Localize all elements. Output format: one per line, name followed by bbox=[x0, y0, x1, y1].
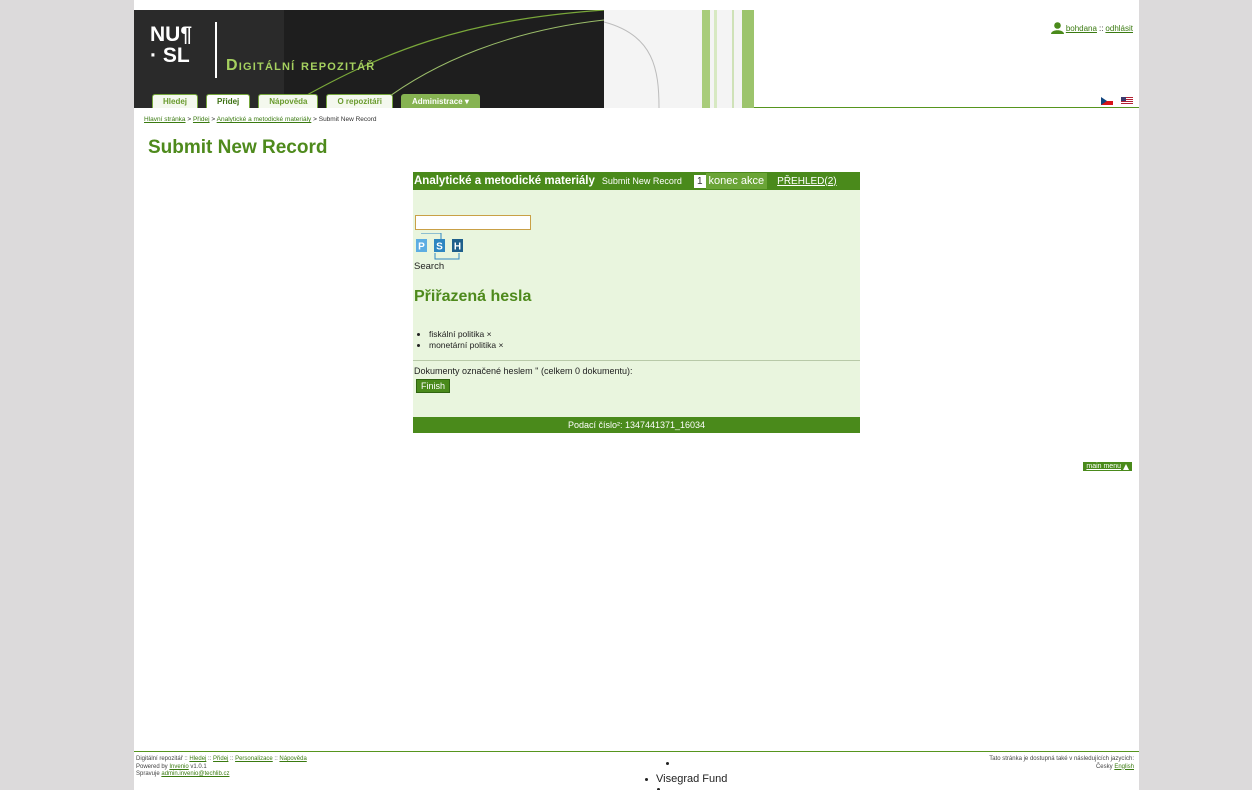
footer-admin-prefix: Spravuje bbox=[136, 771, 162, 777]
nusl-logo[interactable]: NU¶ · SL bbox=[150, 24, 192, 66]
logo-line-2: · SL bbox=[150, 44, 190, 67]
main-nav-tabs: Hledej Přidej Nápověda O repozitáři Admi… bbox=[152, 94, 480, 108]
submission-panel-header: Analytické a metodické materiály Submit … bbox=[413, 172, 860, 190]
footer-invenio-link[interactable]: Invenio bbox=[169, 764, 188, 770]
assigned-keyword-item[interactable]: monetární politika × bbox=[429, 340, 503, 351]
us-flag-icon[interactable] bbox=[1121, 97, 1133, 105]
breadcrumb-current: Submit New Record bbox=[318, 116, 377, 123]
step-number: 1 bbox=[693, 174, 706, 188]
czech-flag-icon[interactable] bbox=[1101, 97, 1113, 105]
visegrad-dot bbox=[645, 778, 648, 781]
footer-version: v1.0.1 bbox=[188, 763, 207, 770]
action-label: Submit New Record bbox=[601, 176, 682, 186]
finish-button[interactable]: Finish bbox=[416, 379, 451, 393]
username-link[interactable]: bohdana bbox=[1066, 24, 1097, 33]
user-box: bohdana :: odhlásit bbox=[1050, 22, 1133, 34]
site-title: Digitální repozitář bbox=[226, 57, 376, 74]
user-icon bbox=[1050, 22, 1064, 34]
main-menu-button[interactable]: main menu bbox=[1083, 462, 1132, 471]
documents-count-text: Dokumenty označené heslem '' (celkem 0 d… bbox=[414, 366, 633, 376]
breadcrumb-doctype[interactable]: Analytické a metodické materiály bbox=[217, 116, 312, 123]
language-flags bbox=[1101, 97, 1133, 105]
breadcrumb-separator: > bbox=[311, 116, 319, 123]
submission-panel: Analytické a metodické materiály Submit … bbox=[413, 172, 860, 433]
tab-pridej[interactable]: Přidej bbox=[206, 94, 251, 108]
document-type-label: Analytické a metodické materiály bbox=[414, 175, 595, 187]
breadcrumb: Hlavní stránka > Přidej > Analytické a m… bbox=[144, 116, 377, 123]
tab-hledej[interactable]: Hledej bbox=[152, 94, 199, 108]
header-banner: NU¶ · SL Digitální repozitář Hledej Přid… bbox=[134, 10, 754, 108]
search-label: Search bbox=[414, 261, 445, 272]
footer-right: Tato stránka je dostupná také v následuj… bbox=[989, 756, 1134, 771]
main-menu-label: main menu bbox=[1086, 463, 1121, 470]
psh-logo-icon: P S H bbox=[416, 233, 463, 260]
assigned-keywords-title: Přiřazená hesla bbox=[414, 288, 532, 305]
assigned-keywords-list: fiskální politika × monetární politika × bbox=[429, 329, 503, 351]
user-separator: :: bbox=[1098, 23, 1104, 33]
visegrad-fund-logo[interactable]: Visegrad Fund bbox=[637, 757, 737, 790]
tab-napoveda[interactable]: Nápověda bbox=[258, 94, 319, 108]
footer-lang-en-link[interactable]: English bbox=[1114, 764, 1134, 770]
footer-left: Digitální repozitář :: Hledej :: Přidej … bbox=[136, 756, 307, 777]
footer-link-pridej[interactable]: Přidej bbox=[213, 756, 228, 762]
visegrad-fund-text: Visegrad Fund bbox=[656, 773, 728, 785]
footer-link-napoveda[interactable]: Nápověda bbox=[279, 756, 306, 762]
psh-letter-h: H bbox=[454, 242, 461, 253]
psh-letter-s: S bbox=[436, 242, 443, 253]
site-header: NU¶ · SL Digitální repozitář Hledej Přid… bbox=[134, 10, 1139, 108]
assigned-keyword-item[interactable]: fiskální politika × bbox=[429, 329, 503, 340]
footer-link-hledej[interactable]: Hledej bbox=[189, 756, 206, 762]
page-container: NU¶ · SL Digitální repozitář Hledej Přid… bbox=[134, 0, 1139, 790]
visegrad-dot bbox=[666, 762, 669, 765]
tab-o-repozitari[interactable]: O repozitáři bbox=[326, 94, 393, 108]
footer-lang-cz: Česky bbox=[1095, 763, 1113, 770]
submission-number: Podací číslo²: 1347441371_16034 bbox=[413, 417, 860, 433]
tab-administrace[interactable]: Administrace ▾ bbox=[400, 94, 480, 108]
footer-powered-prefix: Powered by bbox=[136, 763, 170, 770]
psh-letter-p: P bbox=[418, 242, 425, 253]
panel-divider bbox=[413, 360, 860, 361]
breadcrumb-pridej[interactable]: Přidej bbox=[193, 116, 210, 123]
breadcrumb-home[interactable]: Hlavní stránka bbox=[144, 116, 186, 123]
breadcrumb-separator: > bbox=[209, 116, 217, 123]
step-name[interactable]: konec akce bbox=[705, 173, 768, 189]
summary-link[interactable]: PŘEHLED(2) bbox=[777, 176, 836, 187]
footer-link-personalizace[interactable]: Personalizace bbox=[235, 756, 273, 762]
warning-triangle-icon bbox=[1123, 463, 1129, 470]
tab-administrace-label: Administrace bbox=[411, 97, 463, 106]
breadcrumb-separator: > bbox=[185, 116, 193, 123]
logo-separator bbox=[215, 22, 217, 78]
chevron-down-icon: ▾ bbox=[464, 97, 469, 106]
site-footer: Digitální repozitář :: Hledej :: Přidej … bbox=[134, 751, 1139, 790]
page-title: Submit New Record bbox=[148, 137, 328, 158]
logout-link[interactable]: odhlásit bbox=[1105, 24, 1133, 33]
keyword-search-input[interactable] bbox=[415, 215, 531, 230]
footer-admin-email[interactable]: admin.invenio@techlib.cz bbox=[161, 771, 229, 777]
logo-line-1: NU¶ bbox=[150, 23, 193, 46]
footer-site-name: Digitální repozitář :: bbox=[136, 756, 190, 762]
footer-languages-text: Tato stránka je dostupná také v následuj… bbox=[989, 756, 1134, 762]
